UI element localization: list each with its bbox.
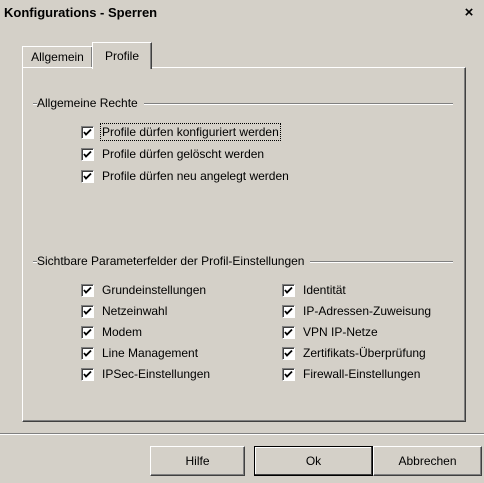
checkbox-label: Firewall-Einstellungen xyxy=(303,367,421,381)
checkbox-label: Profile dürfen gelöscht werden xyxy=(102,147,265,161)
checkbox-box[interactable] xyxy=(81,304,94,318)
checkmark-icon xyxy=(83,349,92,357)
checkmark-icon xyxy=(284,307,293,315)
checkmark-icon xyxy=(83,307,92,315)
help-button[interactable]: Hilfe xyxy=(150,446,245,476)
ok-button[interactable]: Ok xyxy=(254,446,373,476)
checkmark-icon xyxy=(83,370,92,378)
checkmark-icon xyxy=(83,150,92,158)
checkmark-icon xyxy=(284,370,293,378)
checkbox-netzeinwahl[interactable]: Netzeinwahl xyxy=(81,304,167,318)
checkmark-icon xyxy=(284,349,293,357)
checkbox-box[interactable] xyxy=(81,325,94,339)
checkbox-label: Netzeinwahl xyxy=(102,304,168,318)
checkbox-box[interactable] xyxy=(81,367,94,381)
dialog-window: Konfigurations - Sperren × Allgemein Pro… xyxy=(0,0,484,483)
checkbox-ipsec-einstellungen[interactable]: IPSec-Einstellungen xyxy=(81,367,210,381)
checkbox-box[interactable] xyxy=(81,169,94,183)
checkmark-icon xyxy=(83,172,92,180)
window-title: Konfigurations - Sperren xyxy=(4,5,158,20)
checkbox-vpn-ip-netze[interactable]: VPN IP-Netze xyxy=(282,325,378,339)
checkbox-box[interactable] xyxy=(81,283,94,297)
checkbox-box[interactable] xyxy=(282,304,295,318)
checkmark-icon xyxy=(284,328,293,336)
checkmark-icon xyxy=(284,286,293,294)
checkmark-icon xyxy=(83,128,92,136)
checkbox-box[interactable] xyxy=(282,367,295,381)
checkbox-label: VPN IP-Netze xyxy=(303,325,378,339)
title-bar[interactable]: Konfigurations - Sperren × xyxy=(0,0,484,26)
checkbox-profiles-configure[interactable]: Profile dürfen konfiguriert werden xyxy=(81,123,281,141)
checkbox-label: IP-Adressen-Zuweisung xyxy=(303,304,432,318)
checkbox-identitaet[interactable]: Identität xyxy=(282,283,346,297)
checkbox-firewall-einstellungen[interactable]: Firewall-Einstellungen xyxy=(282,367,420,381)
checkbox-box[interactable] xyxy=(282,325,295,339)
tab-panel-profile: Allgemeine Rechte Profile dürfen konfigu… xyxy=(22,67,466,422)
checkbox-label: Identität xyxy=(303,283,346,297)
checkbox-label: Modem xyxy=(102,325,143,339)
close-icon[interactable]: × xyxy=(461,5,477,20)
checkbox-profiles-delete[interactable]: Profile dürfen gelöscht werden xyxy=(81,147,264,161)
checkbox-grundeinstellungen[interactable]: Grundeinstellungen xyxy=(81,283,206,297)
checkbox-label: IPSec-Einstellungen xyxy=(102,367,211,381)
checkbox-box[interactable] xyxy=(282,346,295,360)
checkbox-label: Profile dürfen neu angelegt werden xyxy=(102,169,289,183)
checkbox-box[interactable] xyxy=(81,125,94,139)
param-fields-title: Sichtbare Parameterfelder der Profil-Ein… xyxy=(37,254,311,268)
checkbox-profiles-create[interactable]: Profile dürfen neu angelegt werden xyxy=(81,169,289,183)
checkbox-label: Line Management xyxy=(102,346,199,360)
checkbox-label: Grundeinstellungen xyxy=(102,283,207,297)
tab-allgemein[interactable]: Allgemein xyxy=(22,46,93,67)
checkbox-label: Profile dürfen konfiguriert werden xyxy=(100,123,281,141)
checkbox-line-management[interactable]: Line Management xyxy=(81,346,198,360)
cancel-button[interactable]: Abbrechen xyxy=(373,446,482,476)
checkbox-box[interactable] xyxy=(282,283,295,297)
checkmark-icon xyxy=(83,328,92,336)
checkmark-icon xyxy=(83,286,92,294)
checkbox-modem[interactable]: Modem xyxy=(81,325,142,339)
checkbox-box[interactable] xyxy=(81,346,94,360)
checkbox-label: Zertifikats-Überprüfung xyxy=(303,346,426,360)
general-rights-title: Allgemeine Rechte xyxy=(37,96,144,110)
checkbox-box[interactable] xyxy=(81,147,94,161)
tab-profile[interactable]: Profile xyxy=(92,42,152,69)
checkbox-zertifikats-ueberpruefung[interactable]: Zertifikats-Überprüfung xyxy=(282,346,426,360)
checkbox-ip-adressen-zuweisung[interactable]: IP-Adressen-Zuweisung xyxy=(282,304,431,318)
footer-divider xyxy=(0,433,484,435)
